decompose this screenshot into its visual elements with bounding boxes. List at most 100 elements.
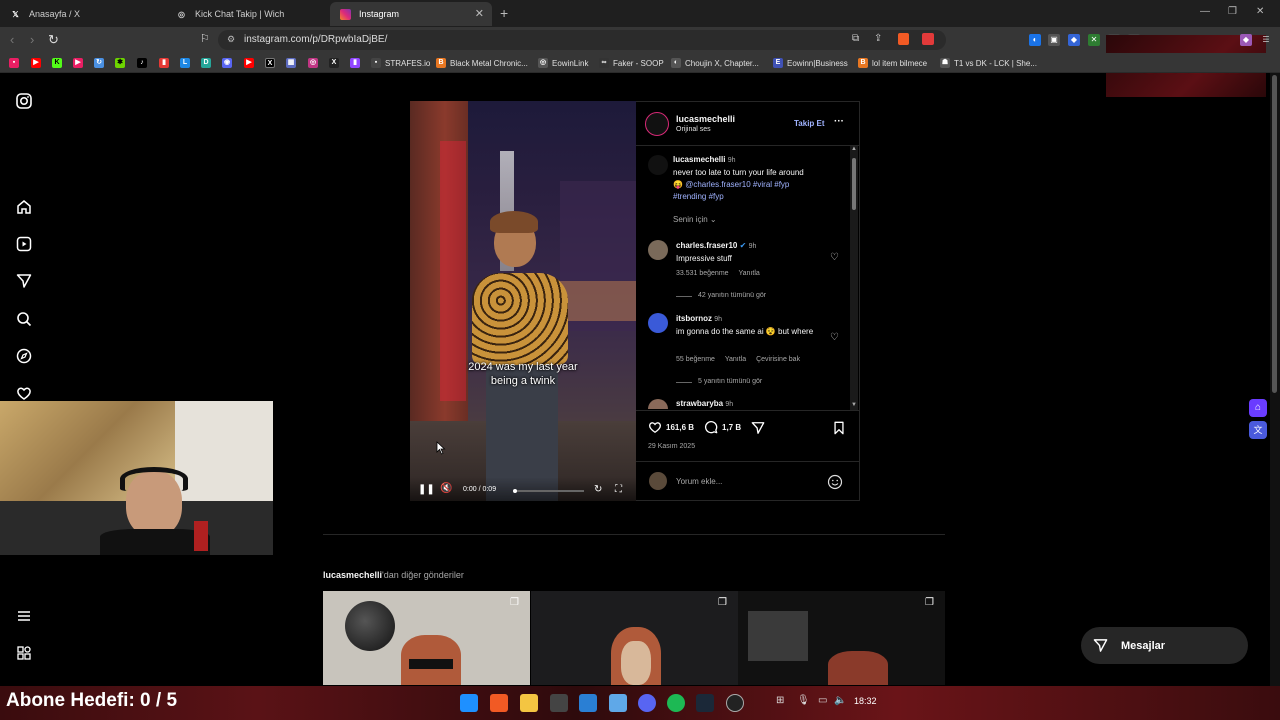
instagram-logo-icon[interactable]: [14, 91, 34, 111]
reload-icon[interactable]: ↻: [48, 32, 59, 48]
scroll-up-icon[interactable]: ▲: [851, 146, 857, 152]
bookmark-icon-only[interactable]: L: [180, 58, 190, 68]
bookmark-eowinn-business[interactable]: E Eowinn|Business: [773, 56, 848, 70]
mute-icon[interactable]: 🔇: [440, 483, 452, 494]
comment-count[interactable]: 1,7 B: [722, 423, 741, 432]
back-icon[interactable]: ‹: [10, 32, 14, 47]
caption-hashtags[interactable]: #trending #fyp: [673, 192, 724, 201]
comment-likes[interactable]: 33.531 beğenme: [676, 270, 729, 277]
also-from-meta-icon[interactable]: [14, 643, 34, 663]
comment-bubble-icon[interactable]: [704, 420, 718, 434]
more-menu-icon[interactable]: [14, 606, 34, 626]
extension-icon[interactable]: ✕: [1088, 34, 1100, 46]
taskbar-app-icon[interactable]: [579, 694, 597, 712]
youtube-icon[interactable]: ▶: [244, 58, 254, 68]
tray-app-icon[interactable]: ⊞: [776, 695, 784, 706]
more-options-icon[interactable]: ···: [834, 116, 844, 127]
see-translation-button[interactable]: Çevirisine bak: [756, 356, 800, 363]
discord-icon[interactable]: [638, 694, 656, 712]
extension-icon[interactable]: ◆: [1240, 34, 1252, 46]
post-thumbnail[interactable]: ❐: [738, 591, 945, 685]
steam-icon[interactable]: [696, 694, 714, 712]
bookmark-icon-only[interactable]: ✱: [115, 58, 125, 68]
bookmark-eowinlink[interactable]: ◎ EowinLink: [538, 56, 588, 70]
kick-icon[interactable]: K: [52, 58, 62, 68]
bookmark-t1-dk[interactable]: ☗ T1 vs DK - LCK | She...: [940, 56, 1037, 70]
direct-send-icon[interactable]: [14, 271, 34, 291]
comments-scroll-thumb[interactable]: [852, 158, 856, 210]
commenter-avatar[interactable]: [648, 399, 668, 409]
bookmark-icon-only[interactable]: ▪: [9, 58, 19, 68]
close-window-icon[interactable]: ✕: [1256, 6, 1264, 17]
extension-icon[interactable]: ◆: [1068, 34, 1080, 46]
caption-username[interactable]: lucasmechelli: [673, 155, 725, 164]
home-icon[interactable]: [14, 197, 34, 217]
new-tab-button[interactable]: +: [500, 5, 508, 21]
comment-like-heart-icon[interactable]: ♡: [830, 252, 839, 263]
maximize-icon[interactable]: ❐: [1228, 6, 1237, 17]
comment-like-heart-icon[interactable]: ♡: [830, 332, 839, 343]
comments-scrollbar[interactable]: ▲ ▼: [850, 146, 858, 410]
tab-x[interactable]: 𝕏 Anasayfa / X: [0, 2, 166, 26]
like-heart-icon[interactable]: [648, 420, 662, 434]
bookmark-icon-only[interactable]: X: [329, 58, 339, 68]
emoji-picker-icon[interactable]: [827, 474, 843, 490]
brave-rewards-icon[interactable]: [922, 33, 934, 45]
follow-button[interactable]: Takip Et: [794, 119, 825, 128]
audio-label[interactable]: Orijinal ses: [676, 126, 711, 133]
taskbar-app-icon[interactable]: [609, 694, 627, 712]
spotify-icon[interactable]: [667, 694, 685, 712]
menu-icon[interactable]: ☰: [1260, 34, 1272, 46]
tiktok-icon[interactable]: ♪: [137, 58, 147, 68]
video-progress-bar[interactable]: [513, 489, 584, 493]
network-icon[interactable]: ▭: [818, 695, 827, 706]
post-thumbnail[interactable]: ❐: [531, 591, 738, 685]
open-in-app-icon[interactable]: ⧉: [852, 33, 859, 44]
comment-action[interactable]: 1,7 B: [704, 420, 741, 434]
like-action[interactable]: 161,6 B: [648, 420, 694, 434]
author-avatar[interactable]: [645, 112, 669, 136]
comment-likes[interactable]: 55 beğenme: [676, 356, 715, 363]
side-extension-icon[interactable]: ⌂: [1249, 399, 1267, 417]
bookmark-icon-only[interactable]: ↻: [94, 58, 104, 68]
extension-icon[interactable]: ▣: [1048, 34, 1060, 46]
author-username[interactable]: lucasmechelli: [676, 114, 735, 124]
tab-kick-chat[interactable]: ◎ Kick Chat Takip | Wich: [166, 2, 330, 26]
comment-username[interactable]: charles.fraser10: [676, 241, 737, 250]
microphone-icon[interactable]: 🎙: [797, 695, 810, 706]
page-scroll-thumb[interactable]: [1272, 75, 1277, 393]
bookmark-choujin[interactable]: ◐ Choujin X, Chapter...: [671, 56, 759, 70]
taskbar-app-icon[interactable]: [550, 694, 568, 712]
volume-icon[interactable]: 🔈: [834, 695, 846, 706]
replay-icon[interactable]: ↻: [594, 484, 602, 495]
commenter-avatar[interactable]: [648, 313, 668, 333]
post-thumbnail[interactable]: ❐: [323, 591, 530, 685]
like-count[interactable]: 161,6 B: [666, 423, 694, 432]
youtube-icon[interactable]: ▶: [31, 58, 41, 68]
post-video[interactable]: 2024 was my last year being a twink ❚❚ 🔇…: [410, 101, 636, 501]
fullscreen-icon[interactable]: ⛶: [615, 484, 622, 495]
share-send-icon[interactable]: [751, 421, 765, 435]
bookmark-icon-only[interactable]: ▮: [159, 58, 169, 68]
obs-icon[interactable]: [726, 694, 744, 712]
share-icon[interactable]: ⇪: [874, 33, 882, 44]
reels-icon[interactable]: [14, 234, 34, 254]
bookmark-icon-only[interactable]: ▦: [286, 58, 296, 68]
caption-mention-link[interactable]: @charles.fraser10: [685, 180, 750, 189]
comment-input[interactable]: Yorum ekle...: [676, 477, 722, 486]
reply-button[interactable]: Yanıtla: [739, 270, 760, 277]
more-posts-author[interactable]: lucasmechelli: [323, 570, 382, 580]
taskbar-clock[interactable]: 18:32: [854, 696, 877, 706]
minimize-icon[interactable]: —: [1200, 6, 1210, 17]
translate-icon[interactable]: 文: [1249, 421, 1267, 439]
caption-hashtags[interactable]: #viral #fyp: [753, 180, 789, 189]
page-scrollbar[interactable]: [1270, 73, 1280, 686]
messages-button[interactable]: Mesajlar: [1081, 627, 1248, 664]
sort-dropdown[interactable]: Senin için ⌄: [673, 215, 717, 224]
twitch-icon[interactable]: ▮: [350, 58, 360, 68]
brave-browser-icon[interactable]: [490, 694, 508, 712]
pause-icon[interactable]: ❚❚: [418, 484, 435, 495]
x-logo-icon[interactable]: X: [265, 58, 275, 68]
bookmark-icon-only[interactable]: ▶: [73, 58, 83, 68]
commenter-avatar[interactable]: [648, 240, 668, 260]
